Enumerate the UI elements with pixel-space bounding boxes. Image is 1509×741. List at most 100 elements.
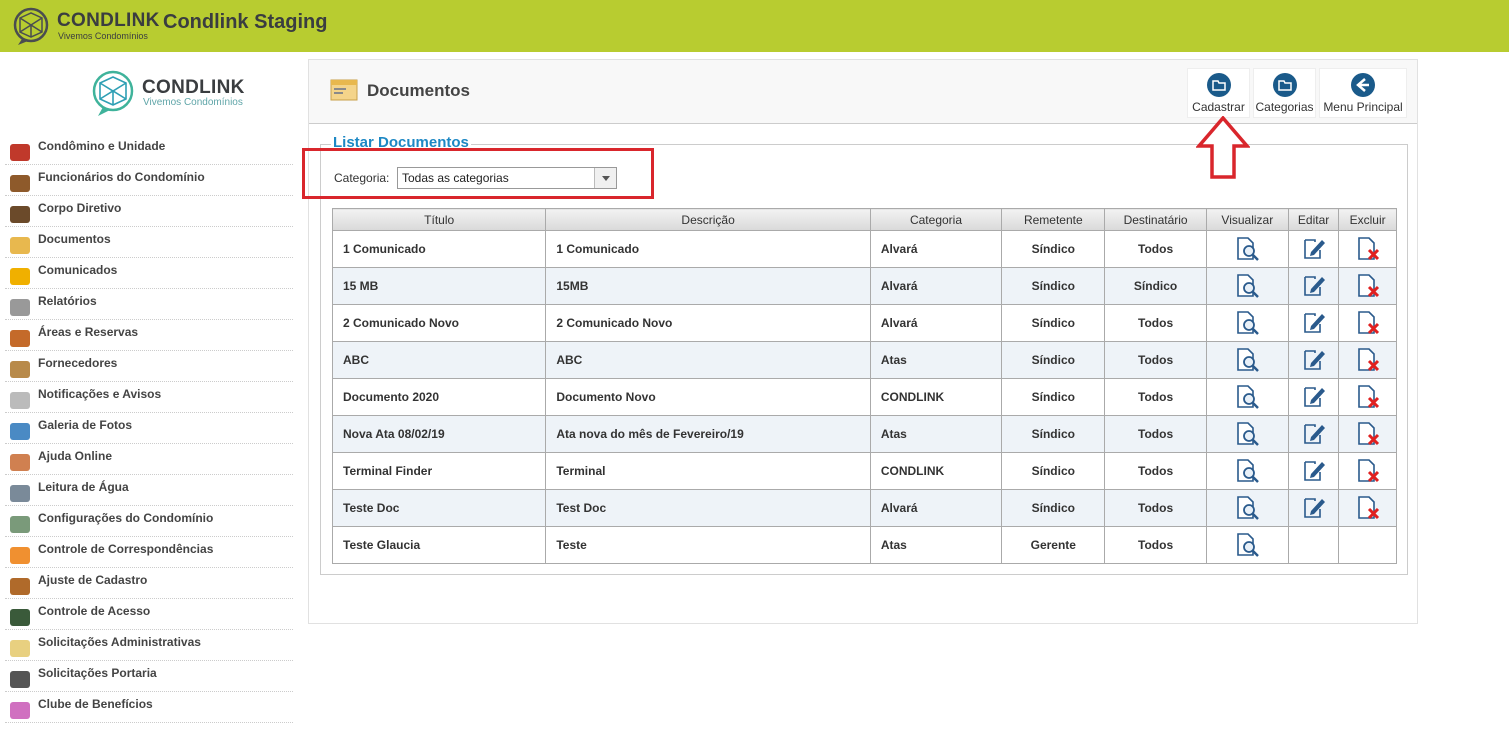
sidebar-item[interactable]: Controle de Acesso [5,599,293,630]
people-icon [10,144,30,161]
cadastrar-label: Cadastrar [1192,100,1245,114]
edit-document-icon[interactable] [1301,421,1327,447]
sidebar-item[interactable]: Relatórios [5,289,293,320]
sidebar-item[interactable]: Galeria de Fotos [5,413,293,444]
condlink-logo-icon [13,7,49,45]
access-icon [10,609,30,626]
view-document-icon[interactable] [1234,421,1260,447]
delete-document-icon[interactable] [1355,495,1381,521]
delete-document-icon[interactable] [1355,236,1381,262]
column-header: Destinatário [1104,208,1207,231]
edit-document-icon[interactable] [1301,310,1327,336]
view-document-icon[interactable] [1234,347,1260,373]
sidebar-item[interactable]: Controle de Correspondências [5,537,293,568]
column-header: Excluir [1338,208,1397,231]
view-document-icon[interactable] [1234,236,1260,262]
cell-excluir [1338,267,1397,305]
sidebar-item-label: Documentos [38,232,111,246]
cell-excluir [1338,341,1397,379]
table-row: 1 Comunicado 1 Comunicado Alvará Síndico Tod… [331,230,1397,268]
table-header-row: Título Descrição Categoria Remetente Destina… [331,208,1397,231]
cell-descricao: Terminal [545,452,871,490]
sidebar-item-label: Fornecedores [38,356,118,370]
up-arrow-icon [1196,116,1250,179]
cell-editar [1287,230,1340,268]
cell-destinatario: Todos [1104,378,1207,416]
sidebar-item[interactable]: Fornecedores [5,351,293,382]
delete-document-icon[interactable] [1355,384,1381,410]
table-row: ABC ABC Atas Síndico Todos [331,341,1397,379]
sidebar-item-label: Configurações do Condomínio [38,511,214,525]
sidebar-item-label: Galeria de Fotos [38,418,133,432]
sidebar-item-label: Ajuste de Cadastro [38,573,148,587]
sidebar-item[interactable]: Comunicados [5,258,293,289]
sidebar-item[interactable]: Condômino e Unidade [5,134,293,165]
view-document-icon[interactable] [1234,384,1260,410]
edit-document-icon[interactable] [1301,384,1327,410]
column-header: Título [331,208,547,231]
delete-document-icon[interactable] [1355,310,1381,336]
delete-document-icon[interactable] [1355,421,1381,447]
cell-destinatario: Todos [1104,489,1207,527]
sidebar-item-label: Notificações e Avisos [38,387,162,401]
cell-descricao: 15MB [545,267,871,305]
sidebar-item[interactable]: Solicitações Portaria [5,661,293,692]
sidebar-item[interactable]: Clube de Benefícios [5,692,293,723]
view-document-icon[interactable] [1234,458,1260,484]
view-document-icon[interactable] [1234,310,1260,336]
sidebar-item[interactable]: Ajuda Online [5,444,293,475]
gallery-icon [10,423,30,440]
sidebar-item[interactable]: Áreas e Reservas [5,320,293,351]
sidebar-item-label: Controle de Acesso [38,604,151,618]
cell-remetente: Síndico [1001,452,1106,490]
cell-editar [1287,526,1340,564]
view-document-icon[interactable] [1234,273,1260,299]
cell-descricao: Test Doc [545,489,871,527]
sidebar-item[interactable]: Configurações do Condomínio [5,506,293,537]
cell-destinatario: Todos [1104,415,1207,453]
cell-visualizar [1205,526,1289,564]
delete-document-icon[interactable] [1355,458,1381,484]
categorias-button[interactable]: Categorias [1253,68,1316,118]
edit-document-icon[interactable] [1301,458,1327,484]
condlink-logo-icon [92,70,134,116]
column-header: Visualizar [1205,208,1289,231]
sidebar-item[interactable]: Documentos [5,227,293,258]
delete-document-icon[interactable] [1355,273,1381,299]
cell-editar [1287,267,1340,305]
edit-document-icon[interactable] [1301,273,1327,299]
sidebar-item[interactable]: Solicitações Administrativas [5,630,293,661]
cell-categoria: Alvará [869,267,1003,305]
edit-document-icon[interactable] [1301,495,1327,521]
report-icon [10,299,30,316]
sidebar-item[interactable]: Corpo Diretivo [5,196,293,227]
edit-document-icon[interactable] [1301,347,1327,373]
sidebar-item-label: Comunicados [38,263,118,277]
documents-icon [330,79,358,101]
menu-principal-button[interactable]: Menu Principal [1319,68,1407,118]
cell-excluir [1338,230,1397,268]
view-document-icon[interactable] [1234,495,1260,521]
calendar-icon [10,330,30,347]
cadastrar-button[interactable]: Cadastrar [1187,68,1250,118]
top-bar: CONDLINK Vivemos Condomínios Condlink St… [0,0,1509,52]
delete-document-icon[interactable] [1355,347,1381,373]
sidebar-item[interactable]: Leitura de Água [5,475,293,506]
cell-remetente: Síndico [1001,267,1106,305]
cell-categoria: Alvará [869,489,1003,527]
cell-editar [1287,378,1340,416]
cell-titulo: ABC [331,341,547,379]
cell-visualizar [1205,230,1289,268]
table-row: Teste Doc Test Doc Alvará Síndico Todos [331,489,1397,527]
sidebar-item[interactable]: Ajuste de Cadastro [5,568,293,599]
sidebar-item[interactable]: Notificações e Avisos [5,382,293,413]
cell-descricao: Ata nova do mês de Fevereiro/19 [545,415,871,453]
edit-document-icon[interactable] [1301,236,1327,262]
cell-visualizar [1205,267,1289,305]
view-document-icon[interactable] [1234,532,1260,558]
cell-titulo: Terminal Finder [331,452,547,490]
cell-visualizar [1205,341,1289,379]
sidebar-item-label: Ajuda Online [38,449,113,463]
cell-visualizar [1205,304,1289,342]
sidebar-item[interactable]: Funcionários do Condomínio [5,165,293,196]
